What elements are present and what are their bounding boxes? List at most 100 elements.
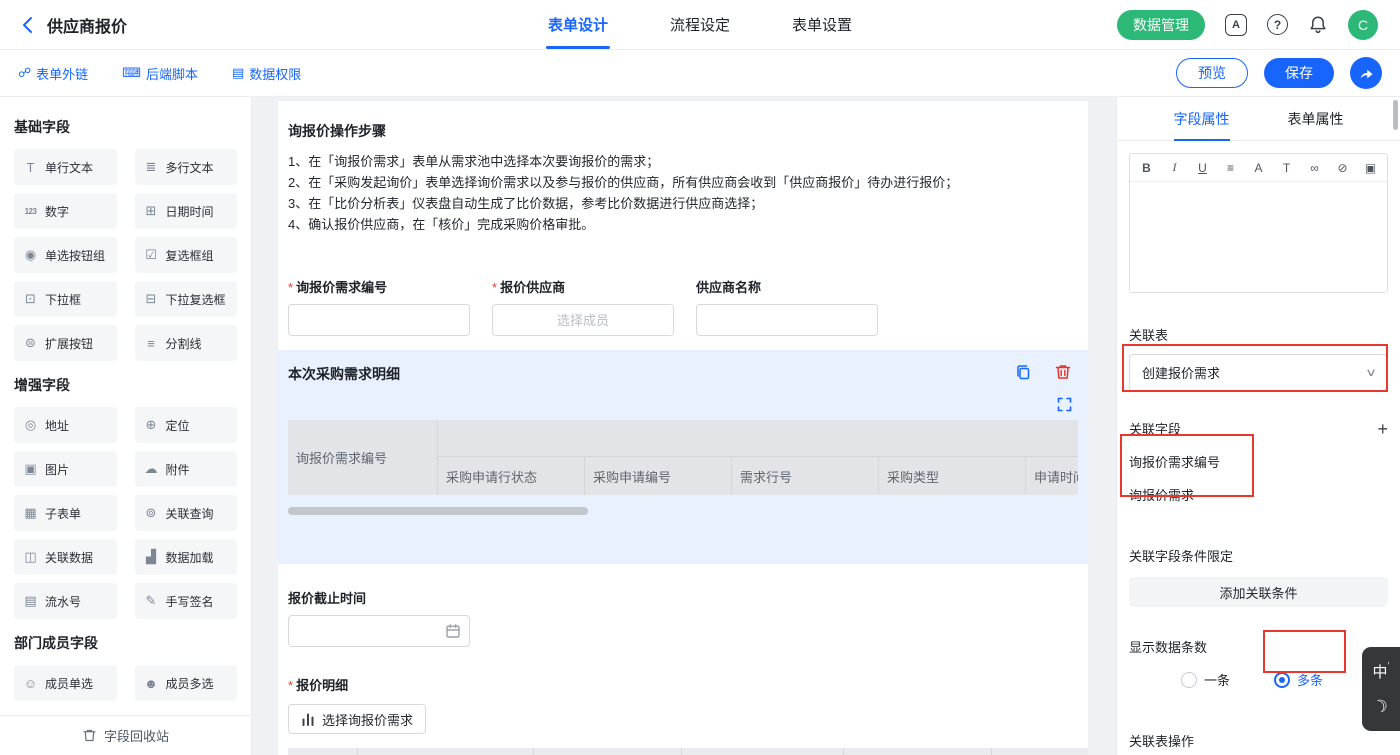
panel-scrollbar-thumb[interactable] <box>1393 100 1398 130</box>
palette-item-dropdown[interactable]: ⊡下拉框 <box>14 281 117 317</box>
bold-icon[interactable]: B <box>1139 161 1154 175</box>
bell-icon[interactable] <box>1308 15 1328 35</box>
data-manage-button[interactable]: 数据管理 <box>1117 10 1205 40</box>
palette-label: 附件 <box>166 461 190 478</box>
step-line: 4、确认报价供应商，在「核价」完成采购价格审批。 <box>288 214 1078 235</box>
palette-item-data-load[interactable]: ▟数据加载 <box>135 539 238 575</box>
dropdown-icon: ⊡ <box>22 291 39 307</box>
field-quote-supplier[interactable]: 报价供应商 <box>492 277 674 336</box>
chevron-down-icon: ∨ <box>1365 366 1377 379</box>
italic-icon[interactable]: I <box>1167 160 1182 175</box>
quote-supplier-input[interactable] <box>492 304 674 336</box>
link-icon[interactable]: ∞ <box>1307 161 1322 175</box>
steps-text: 1、在「询报价需求」表单从需求池中选择本次要询报价的需求； 2、在「采购发起询价… <box>288 151 1078 235</box>
help-icon[interactable]: ? <box>1267 14 1288 35</box>
palette-item-attachment[interactable]: ☁附件 <box>135 451 238 487</box>
copy-icon[interactable] <box>1014 363 1032 381</box>
radio-option-multiple[interactable]: 多条 <box>1274 670 1323 689</box>
scrollbar-thumb[interactable] <box>288 507 588 515</box>
palette-item-multi-text[interactable]: ≣多行文本 <box>135 149 238 185</box>
translate-icon[interactable]: A <box>1225 14 1247 36</box>
tab-form-settings[interactable]: 表单设置 <box>792 0 852 49</box>
share-button[interactable] <box>1350 57 1382 89</box>
save-button[interactable]: 保存 <box>1264 58 1334 88</box>
palette-item-extend-button[interactable]: ⊜扩展按钮 <box>14 325 117 361</box>
palette-item-member-single[interactable]: ☺成员单选 <box>14 665 117 701</box>
palette-item-location[interactable]: ⊕定位 <box>135 407 238 443</box>
palette-item-divider[interactable]: ≡分割线 <box>135 325 238 361</box>
palette-item-single-text[interactable]: T单行文本 <box>14 149 117 185</box>
relation-table-select[interactable]: 创建报价需求 ∨ <box>1129 354 1388 391</box>
tab-form-properties[interactable]: 表单属性 <box>1288 97 1344 140</box>
header-tabs: 表单设计 流程设定 表单设置 <box>548 0 852 49</box>
enhanced-fields-grid: ◎地址 ⊕定位 ▣图片 ☁附件 ▦子表单 ⊚关联查询 ◫关联数据 ▟数据加载 ▤… <box>14 407 237 619</box>
share-icon <box>1358 65 1375 82</box>
add-relation-field-icon[interactable]: + <box>1377 420 1388 438</box>
display-count-radio-group: 一条 多条 <box>1181 670 1388 689</box>
palette-item-radio-group[interactable]: ◉单选按钮组 <box>14 237 117 273</box>
palette-item-address[interactable]: ◎地址 <box>14 407 117 443</box>
delete-icon[interactable] <box>1054 363 1072 381</box>
palette-item-member-multi[interactable]: ☻成员多选 <box>135 665 238 701</box>
field-quote-deadline[interactable]: 报价截止时间 <box>288 588 470 647</box>
ime-floating-widget[interactable]: 中ʼ ☽ <box>1362 647 1400 731</box>
supplier-name-input[interactable] <box>696 304 878 336</box>
palette-item-signature[interactable]: ✎手写签名 <box>135 583 238 619</box>
palette-item-datetime[interactable]: ⊞日期时间 <box>135 193 238 229</box>
quote-deadline-input[interactable] <box>288 615 470 647</box>
relation-field-item[interactable]: 询报价需求 <box>1129 485 1388 504</box>
underline-icon[interactable]: U <box>1195 161 1210 175</box>
tab-form-design[interactable]: 表单设计 <box>548 0 608 49</box>
quote-table-column-header: 产品编号 <box>844 748 992 755</box>
select-inquiry-request-button[interactable]: 选择询报价需求 <box>288 704 426 734</box>
palette-item-number[interactable]: 123数字 <box>14 193 117 229</box>
add-condition-button[interactable]: 添加关联条件 <box>1129 577 1388 607</box>
font-color-icon[interactable]: A <box>1251 161 1266 175</box>
tab-flow-setting[interactable]: 流程设定 <box>670 0 730 49</box>
subtable-hscrollbar[interactable] <box>288 507 1078 515</box>
relation-field-item[interactable]: 询报价需求编号 <box>1129 452 1388 471</box>
palette-item-relation-data[interactable]: ◫关联数据 <box>14 539 117 575</box>
section-title-basic: 基础字段 <box>14 117 237 137</box>
align-icon[interactable]: ≡ <box>1223 161 1238 175</box>
quote-table-index-header <box>288 748 358 755</box>
radio-checked-icon[interactable] <box>1274 672 1290 688</box>
avatar[interactable]: C <box>1348 10 1378 40</box>
palette-label: 数据加载 <box>166 549 214 566</box>
calendar-icon[interactable] <box>445 623 461 639</box>
back-button[interactable] <box>22 16 33 34</box>
palette-item-relation-query[interactable]: ⊚关联查询 <box>135 495 238 531</box>
quote-table-column-header: 询报价需求编号 <box>358 748 534 755</box>
subform-purchase-detail[interactable]: 本次采购需求明细 询报价需求编号 <box>278 350 1088 564</box>
panel-tabs: 字段属性 表单属性 <box>1117 97 1400 141</box>
radio-option-single[interactable]: 一条 <box>1181 670 1230 689</box>
field-recycle-bin[interactable]: 字段回收站 <box>0 715 251 755</box>
field-inquiry-request-no[interactable]: 询报价需求编号 <box>288 277 470 336</box>
expand-icon[interactable] <box>1057 397 1072 412</box>
inquiry-request-no-input[interactable] <box>288 304 470 336</box>
image-icon[interactable]: ▣ <box>1363 161 1378 175</box>
subform-title: 本次采购需求明细 <box>288 364 1078 384</box>
font-size-icon[interactable]: T <box>1279 161 1294 175</box>
data-permission-link[interactable]: ▤ 数据权限 <box>232 64 301 83</box>
image-field-icon: ▣ <box>22 461 39 477</box>
unlink-icon[interactable]: ⊘ <box>1335 161 1350 175</box>
app-root: 供应商报价 表单设计 流程设定 表单设置 数据管理 A ? C ☍ 表单外链 ⌨… <box>0 0 1400 755</box>
preview-button[interactable]: 预览 <box>1176 58 1248 88</box>
relation-fields-label: 关联字段 <box>1129 419 1181 438</box>
palette-item-checkbox-group[interactable]: ☑复选框组 <box>135 237 238 273</box>
form-external-link[interactable]: ☍ 表单外链 <box>18 64 88 83</box>
backend-script-link[interactable]: ⌨ 后端脚本 <box>122 64 198 83</box>
palette-item-image[interactable]: ▣图片 <box>14 451 117 487</box>
subtable-column-header: 采购申请编号 <box>585 457 732 495</box>
palette-item-subform[interactable]: ▦子表单 <box>14 495 117 531</box>
palette-item-serial-number[interactable]: ▤流水号 <box>14 583 117 619</box>
serial-number-icon: ▤ <box>22 593 39 609</box>
field-supplier-name[interactable]: 供应商名称 <box>696 277 878 336</box>
tab-field-properties[interactable]: 字段属性 <box>1174 97 1230 140</box>
palette-item-multi-dropdown[interactable]: ⊟下拉复选框 <box>135 281 238 317</box>
editor-content-area[interactable] <box>1130 182 1387 292</box>
palette-label: 单选按钮组 <box>45 247 105 264</box>
radio-unchecked-icon[interactable] <box>1181 672 1197 688</box>
relation-table-value: 创建报价需求 <box>1142 363 1220 382</box>
